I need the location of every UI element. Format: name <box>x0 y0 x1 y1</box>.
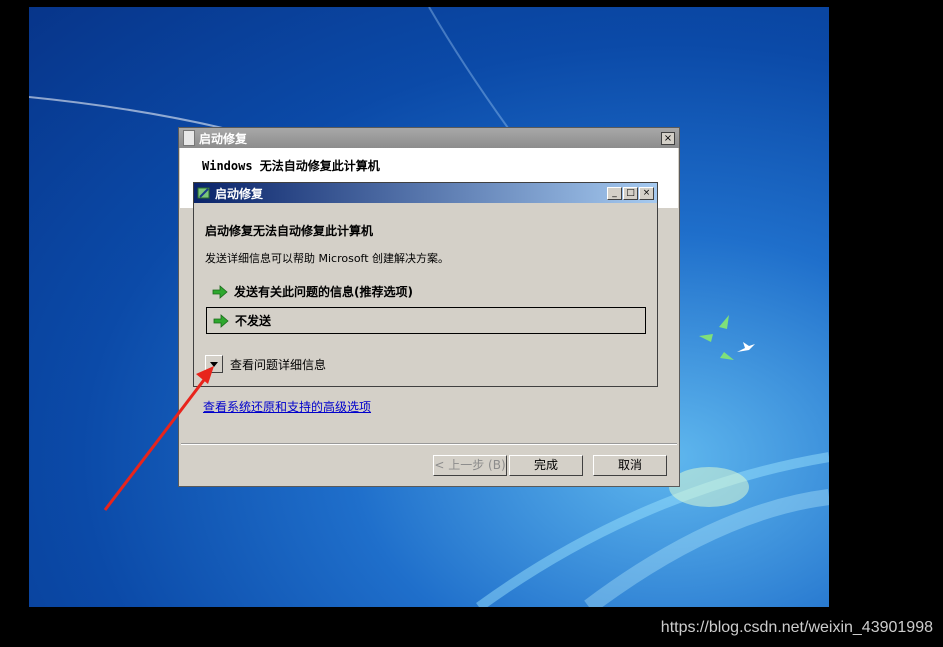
send-info-label: 发送有关此问题的信息(推荐选项) <box>234 285 413 299</box>
repair-tool-icon <box>197 187 210 199</box>
outer-titlebar: 启动修复 × <box>179 128 679 148</box>
outer-title: 启动修复 <box>199 131 248 146</box>
error-report-dialog: 启动修复 _ □ × 启动修复无法自动修复此计算机 发送详细信息可以帮助 Mic… <box>193 182 658 387</box>
view-details-toggle[interactable]: 查看问题详细信息 <box>205 355 326 373</box>
repair-icon <box>183 130 195 146</box>
dont-send-option[interactable]: 不发送 <box>206 307 646 334</box>
glow-icon <box>669 467 749 507</box>
advanced-options-link[interactable]: 查看系统还原和支持的高级选项 <box>203 398 371 415</box>
send-info-option[interactable]: 发送有关此问题的信息(推荐选项) <box>206 278 646 305</box>
close-button[interactable]: × <box>639 186 654 200</box>
back-button[interactable]: < 上一步 (B) <box>433 455 507 476</box>
view-details-label: 查看问题详细信息 <box>230 357 327 372</box>
chevron-down-icon[interactable] <box>205 355 223 373</box>
outer-message: Windows 无法自动修复此计算机 <box>202 159 380 173</box>
cancel-button[interactable]: 取消 <box>593 455 667 476</box>
minimize-button[interactable]: _ <box>607 186 622 200</box>
leaf-bird-icon <box>699 315 755 360</box>
dont-send-label: 不发送 <box>235 314 272 328</box>
inner-title: 启动修复 <box>215 186 264 201</box>
dialog-heading: 启动修复无法自动修复此计算机 <box>205 224 374 238</box>
divider <box>181 443 677 445</box>
green-arrow-icon <box>213 313 229 328</box>
maximize-button[interactable]: □ <box>623 186 638 200</box>
outer-close-button[interactable]: × <box>661 131 675 145</box>
watermark: https://blog.csdn.net/weixin_43901998 <box>660 619 933 636</box>
green-arrow-icon <box>212 284 228 299</box>
dialog-description: 发送详细信息可以帮助 Microsoft 创建解决方案。 <box>205 252 450 265</box>
inner-titlebar: 启动修复 _ □ × <box>194 183 657 203</box>
finish-button[interactable]: 完成 <box>509 455 583 476</box>
